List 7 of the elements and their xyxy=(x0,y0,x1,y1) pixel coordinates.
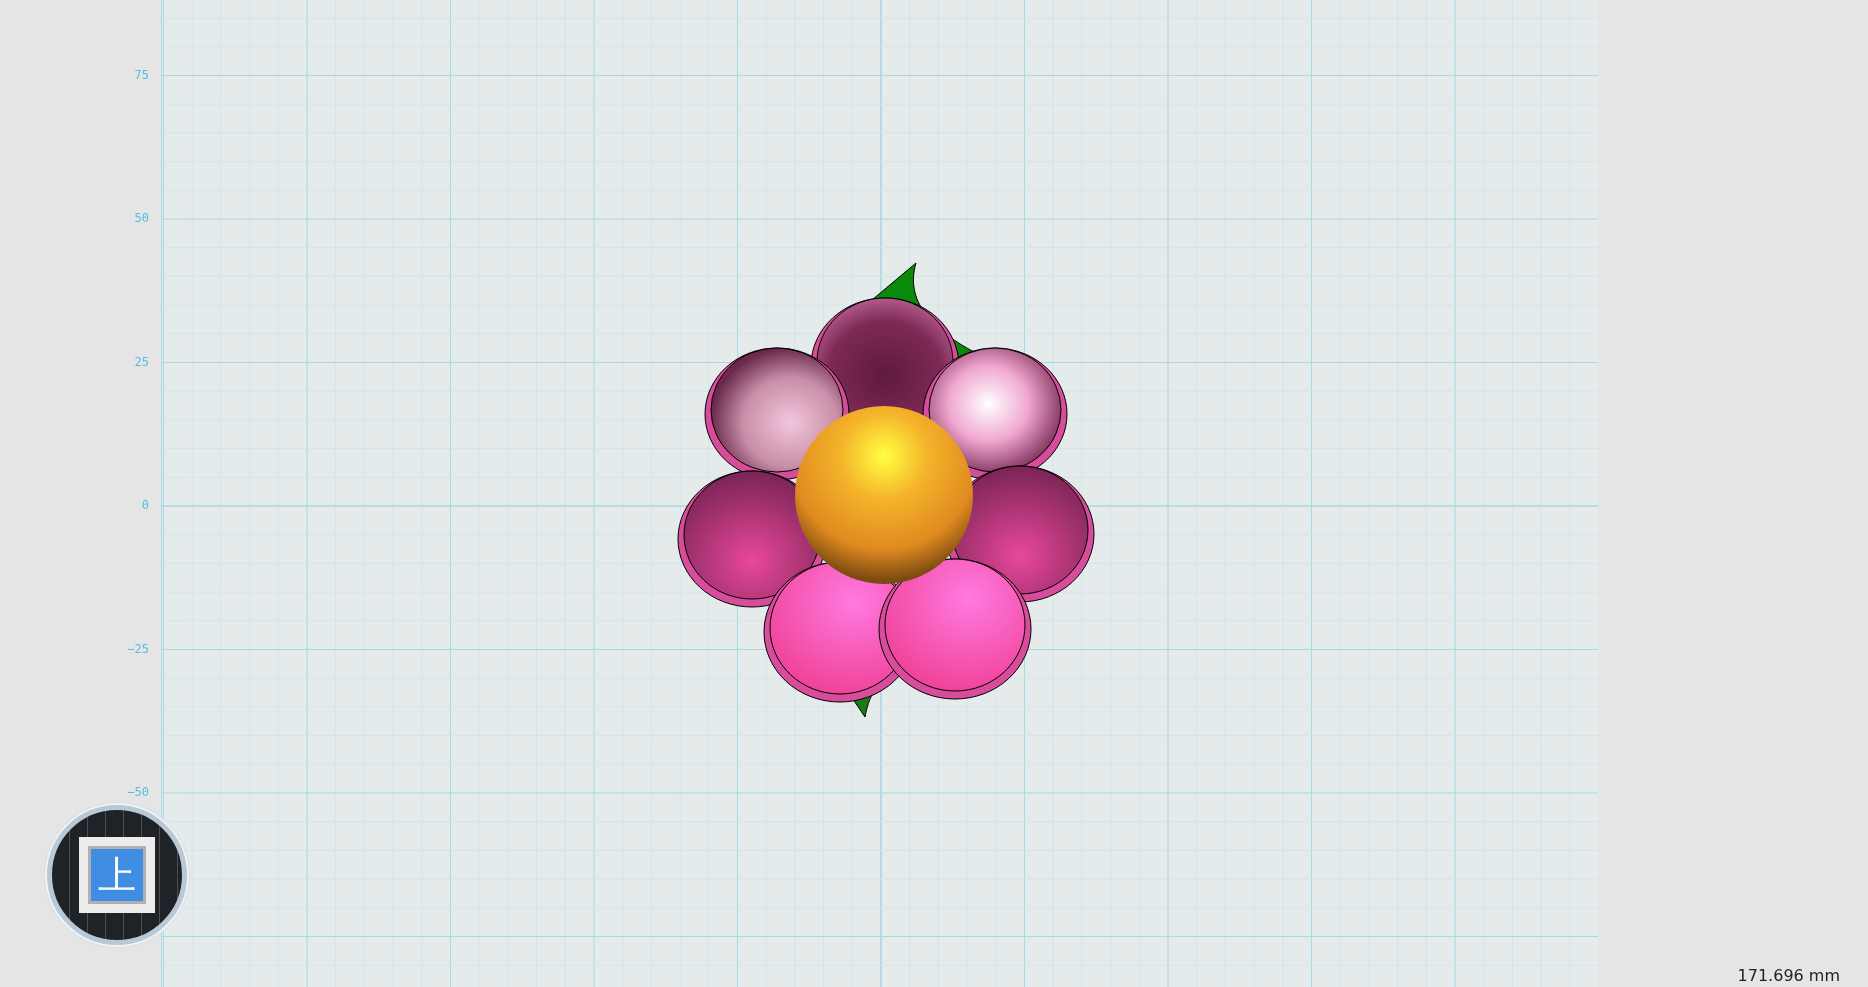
axis-label: 50 xyxy=(134,211,149,225)
axis-label: 25 xyxy=(134,354,149,369)
axis-label: 0 xyxy=(141,498,149,512)
scale-readout: 171.696 mm xyxy=(1737,965,1840,987)
axis-label: 75 xyxy=(134,67,149,82)
axis-label: −50 xyxy=(127,785,149,799)
axis-label: −25 xyxy=(127,641,149,656)
